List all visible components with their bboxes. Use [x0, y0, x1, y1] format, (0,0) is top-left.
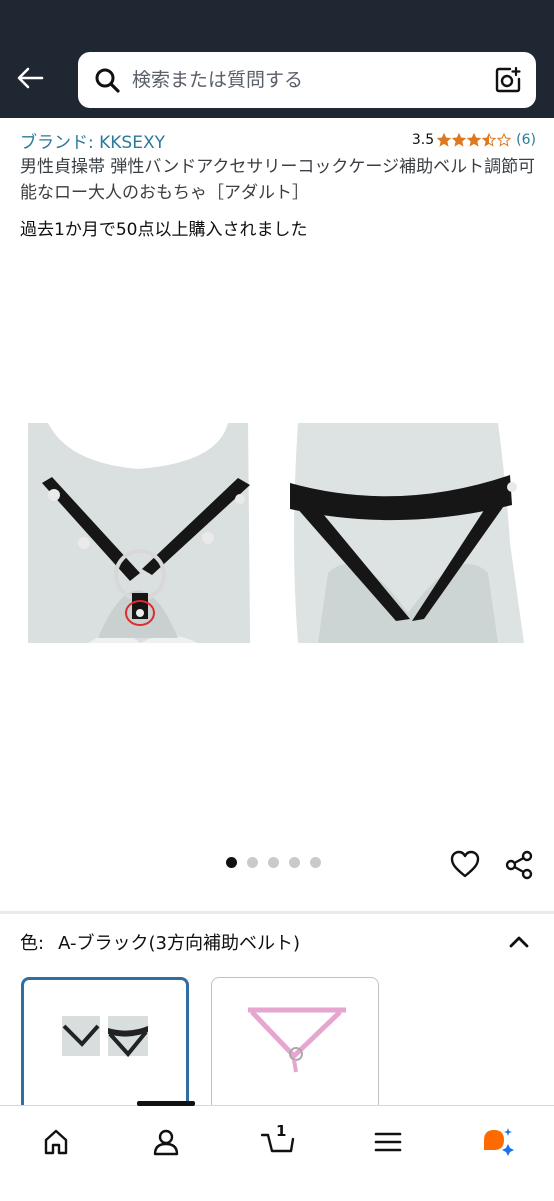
nav-rufus[interactable] [478, 1122, 518, 1162]
section-divider [0, 911, 554, 914]
bottom-nav: 1 [0, 1101, 554, 1201]
search-input[interactable] [132, 60, 472, 100]
search-box[interactable] [78, 52, 536, 108]
star-icon [497, 133, 512, 147]
heart-icon[interactable] [450, 850, 480, 878]
carousel-dot[interactable] [226, 857, 237, 868]
color-label: 色: [20, 933, 45, 954]
rating-count[interactable]: (6) [516, 132, 536, 148]
menu-icon [374, 1132, 402, 1152]
search-icon [95, 68, 120, 93]
rating-value: 3.5 [411, 132, 435, 148]
star-rating [437, 133, 512, 147]
carousel-dot[interactable] [247, 857, 258, 868]
swatch-image-black [62, 1016, 148, 1058]
star-icon [482, 133, 497, 147]
color-swatch-black[interactable] [21, 977, 189, 1117]
chat-assistant-icon [484, 1128, 514, 1156]
carousel-dot[interactable] [289, 857, 300, 868]
carousel-dot[interactable] [268, 857, 279, 868]
nav-account[interactable] [146, 1122, 186, 1162]
brand-rating-row: ブランド: KKSEXY 3.5 (6) [20, 127, 536, 153]
carousel-dots[interactable] [226, 857, 321, 869]
nav-home[interactable] [36, 1122, 76, 1162]
home-icon [44, 1129, 68, 1155]
swatch-image-pink [248, 1007, 346, 1073]
star-icon [437, 133, 452, 147]
star-icon [467, 133, 482, 147]
top-bar [0, 0, 554, 118]
color-value: A-ブラック(3方向補助ベルト) [58, 933, 300, 954]
nav-cart[interactable]: 1 [256, 1122, 300, 1162]
product-image[interactable] [28, 423, 524, 659]
camera-lens-icon[interactable] [494, 66, 522, 94]
person-icon [153, 1129, 179, 1156]
star-icon [452, 133, 467, 147]
purchase-note: 過去1か月で50点以上購入されました [20, 220, 308, 240]
carousel-dot[interactable] [310, 857, 321, 868]
back-button[interactable] [10, 58, 50, 98]
nav-menu[interactable] [368, 1122, 408, 1162]
color-swatch-pink[interactable] [211, 977, 379, 1117]
active-tab-indicator [137, 1101, 195, 1106]
brand-link[interactable]: ブランド: KKSEXY [20, 128, 165, 153]
color-selector[interactable]: 色: A-ブラック(3方向補助ベルト) [20, 927, 536, 957]
cart-count: 1 [276, 1122, 287, 1140]
rating[interactable]: 3.5 (6) [412, 132, 536, 148]
share-icon[interactable] [505, 850, 533, 880]
product-title: 男性貞操帯 弾性バンドアクセサリーコックケージ補助ベルト調節可能なロー大人のおも… [20, 157, 536, 203]
chevron-up-icon[interactable] [508, 931, 530, 953]
image-gallery[interactable] [0, 245, 554, 855]
back-arrow-icon [17, 67, 44, 89]
